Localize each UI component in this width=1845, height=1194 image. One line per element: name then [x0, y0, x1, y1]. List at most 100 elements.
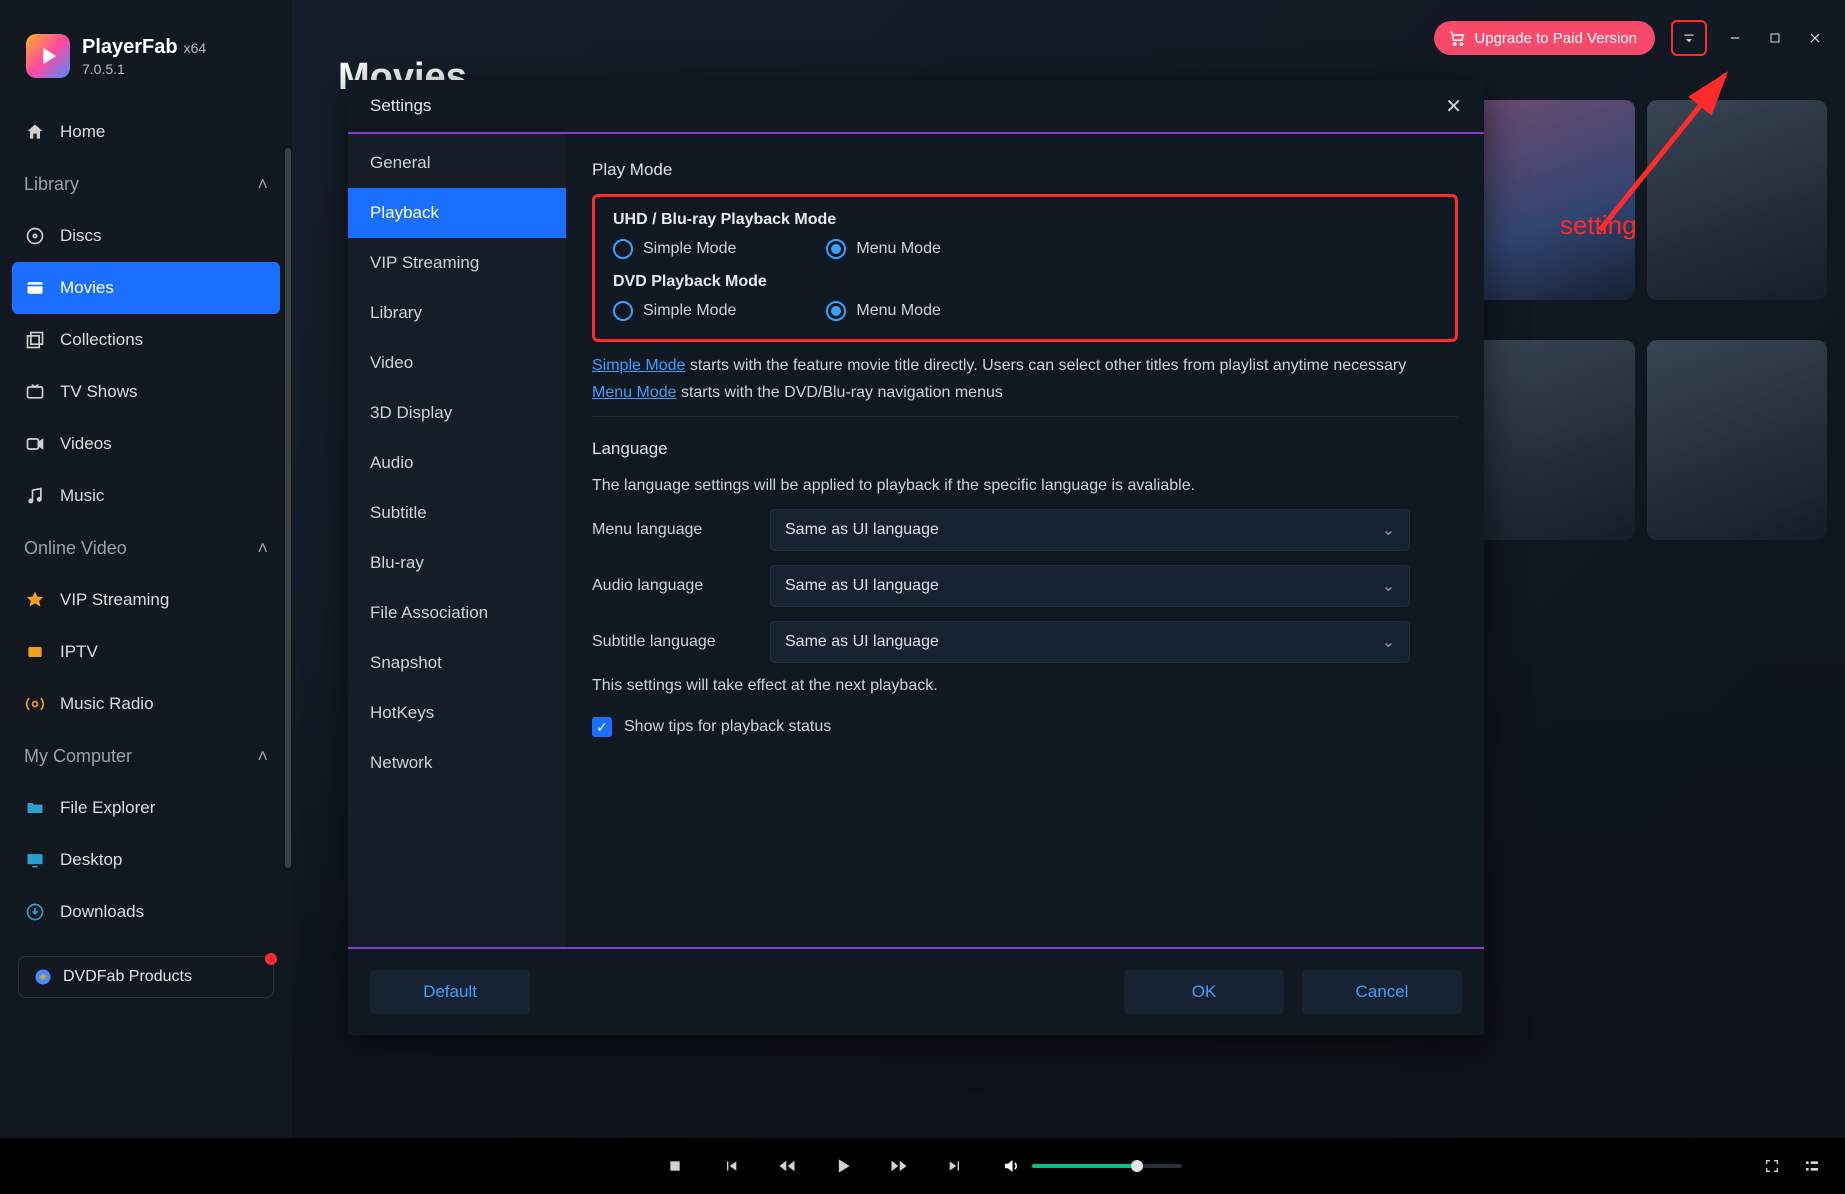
play-button[interactable] — [832, 1155, 854, 1177]
sidebar-item-movies[interactable]: Movies — [12, 262, 280, 314]
sidebar-item-tvshows[interactable]: TV Shows — [0, 366, 292, 418]
close-icon — [1808, 31, 1822, 45]
section-library[interactable]: Library ˄ — [0, 158, 292, 210]
volume-button[interactable] — [1000, 1155, 1022, 1177]
movie-thumbnail[interactable] — [1647, 340, 1827, 540]
section-my-computer[interactable]: My Computer˄ — [0, 730, 292, 782]
radio-icon — [826, 239, 846, 259]
sidebar-item-desktop[interactable]: Desktop — [0, 834, 292, 886]
brand-arch: x64 — [184, 40, 207, 56]
select-value: Same as UI language — [785, 633, 939, 651]
dialog-close-button[interactable]: ✕ — [1445, 94, 1462, 119]
music-icon — [24, 485, 46, 507]
maximize-icon — [1769, 32, 1781, 44]
sidebar-item-discs[interactable]: Discs — [0, 210, 292, 262]
iptv-icon — [24, 641, 46, 663]
maximize-button[interactable] — [1763, 26, 1787, 50]
radio-icon — [24, 693, 46, 715]
dialog-nav-vip[interactable]: VIP Streaming — [348, 238, 566, 288]
sidebar-item-label: Discs — [60, 226, 102, 246]
dialog-nav-hotkeys[interactable]: HotKeys — [348, 688, 566, 738]
subtitle-language-select[interactable]: Same as UI language⌄ — [770, 621, 1410, 663]
next-track-button[interactable] — [944, 1155, 966, 1177]
fullscreen-button[interactable] — [1761, 1155, 1783, 1177]
chevron-up-icon: ˄ — [257, 538, 268, 559]
mode-descriptions: Simple Mode starts with the feature movi… — [592, 352, 1458, 406]
desc-text: starts with the DVD/Blu-ray navigation m… — [677, 384, 1003, 401]
movie-thumbnail[interactable] — [1647, 100, 1827, 300]
chevron-up-icon: ˄ — [257, 174, 268, 195]
dvdfab-products-button[interactable]: DVDFab Products — [18, 956, 274, 998]
simple-mode-link[interactable]: Simple Mode — [592, 357, 685, 374]
dialog-nav-3d[interactable]: 3D Display — [348, 388, 566, 438]
radio-uhd-simple[interactable]: Simple Mode — [613, 239, 736, 259]
minimize-button[interactable] — [1723, 26, 1747, 50]
dvd-heading: DVD Playback Mode — [613, 273, 1437, 291]
sidebar-scrollbar[interactable] — [285, 148, 291, 868]
radio-label: Simple Mode — [643, 302, 736, 320]
dialog-nav-audio[interactable]: Audio — [348, 438, 566, 488]
prev-track-button[interactable] — [720, 1155, 742, 1177]
close-button[interactable] — [1803, 26, 1827, 50]
show-tips-checkbox[interactable]: ✓ — [592, 717, 612, 737]
dialog-nav-subtitle[interactable]: Subtitle — [348, 488, 566, 538]
upgrade-label: Upgrade to Paid Version — [1474, 30, 1637, 47]
dialog-nav-playback[interactable]: Playback — [348, 188, 566, 238]
subtitle-language-label: Subtitle language — [592, 633, 752, 651]
highlighted-playmode-box: UHD / Blu-ray Playback Mode Simple Mode … — [592, 194, 1458, 342]
radio-icon — [613, 239, 633, 259]
menu-mode-link[interactable]: Menu Mode — [592, 384, 677, 401]
desc-text: starts with the feature movie title dire… — [685, 357, 1406, 374]
desktop-icon — [24, 849, 46, 871]
rewind-button[interactable] — [776, 1155, 798, 1177]
dialog-nav-general[interactable]: General — [348, 138, 566, 188]
notification-dot — [265, 953, 277, 965]
default-button[interactable]: Default — [370, 970, 530, 1014]
dialog-nav-network[interactable]: Network — [348, 738, 566, 788]
folder-icon — [24, 797, 46, 819]
stop-button[interactable] — [664, 1155, 686, 1177]
cancel-button[interactable]: Cancel — [1302, 970, 1462, 1014]
radio-dvd-menu[interactable]: Menu Mode — [826, 301, 941, 321]
effect-note: This settings will take effect at the ne… — [592, 677, 1458, 695]
dialog-nav-library[interactable]: Library — [348, 288, 566, 338]
sidebar-item-iptv[interactable]: IPTV — [0, 626, 292, 678]
sidebar-item-explorer[interactable]: File Explorer — [0, 782, 292, 834]
video-icon — [24, 433, 46, 455]
dialog-nav-video[interactable]: Video — [348, 338, 566, 388]
playlist-button[interactable] — [1801, 1155, 1823, 1177]
radio-uhd-menu[interactable]: Menu Mode — [826, 239, 941, 259]
audio-language-label: Audio language — [592, 577, 752, 595]
sidebar-item-music[interactable]: Music — [0, 470, 292, 522]
radio-dvd-simple[interactable]: Simple Mode — [613, 301, 736, 321]
ok-button[interactable]: OK — [1124, 970, 1284, 1014]
home-icon — [24, 121, 46, 143]
sidebar-item-label: Downloads — [60, 902, 144, 922]
movie-icon — [24, 277, 46, 299]
upgrade-button[interactable]: Upgrade to Paid Version — [1434, 21, 1655, 55]
dialog-nav-bluray[interactable]: Blu-ray — [348, 538, 566, 588]
sidebar-item-downloads[interactable]: Downloads — [0, 886, 292, 938]
cart-icon — [1448, 29, 1466, 47]
sidebar-item-videos[interactable]: Videos — [0, 418, 292, 470]
sidebar-item-home[interactable]: Home — [0, 106, 292, 158]
sidebar-item-radio[interactable]: Music Radio — [0, 678, 292, 730]
products-icon — [33, 967, 53, 987]
dialog-nav-fileassoc[interactable]: File Association — [348, 588, 566, 638]
uhd-heading: UHD / Blu-ray Playback Mode — [613, 211, 1437, 229]
section-online-video[interactable]: Online Video˄ — [0, 522, 292, 574]
player-bar — [0, 1138, 1845, 1194]
select-value: Same as UI language — [785, 521, 939, 539]
sidebar-item-collections[interactable]: Collections — [0, 314, 292, 366]
volume-slider[interactable] — [1032, 1164, 1182, 1168]
settings-dropdown-button[interactable] — [1671, 20, 1707, 56]
menu-language-select[interactable]: Same as UI language⌄ — [770, 509, 1410, 551]
minimize-icon — [1728, 31, 1742, 45]
products-label: DVDFab Products — [63, 968, 192, 986]
dialog-nav-snapshot[interactable]: Snapshot — [348, 638, 566, 688]
sidebar-item-label: VIP Streaming — [60, 590, 169, 610]
audio-language-select[interactable]: Same as UI language⌄ — [770, 565, 1410, 607]
forward-button[interactable] — [888, 1155, 910, 1177]
sidebar-item-vip[interactable]: VIP Streaming — [0, 574, 292, 626]
radio-label: Menu Mode — [856, 240, 941, 258]
